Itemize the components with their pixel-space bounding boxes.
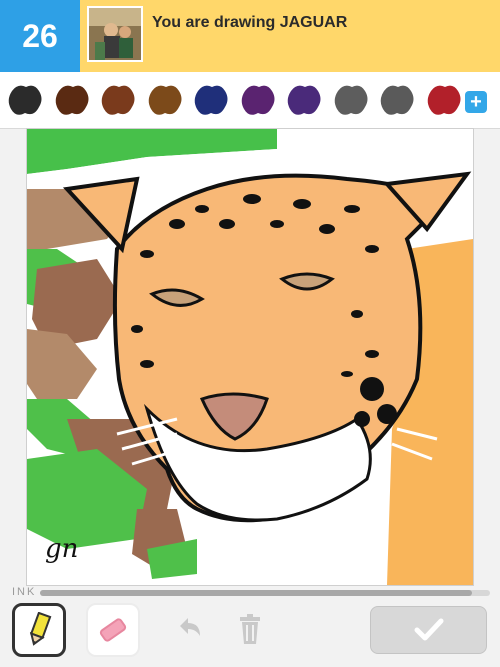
- pencil-icon: [29, 612, 52, 646]
- ink-meter-fill: [40, 590, 472, 596]
- ink-meter: [40, 590, 490, 596]
- color-swatch[interactable]: [53, 81, 91, 119]
- color-swatch[interactable]: [425, 81, 463, 119]
- undo-icon: [180, 618, 200, 636]
- color-swatch[interactable]: [192, 81, 230, 119]
- clear-canvas-button[interactable]: [234, 612, 266, 646]
- color-swatch[interactable]: [332, 81, 370, 119]
- add-color-button[interactable]: +: [465, 91, 487, 113]
- color-swatch[interactable]: [99, 81, 137, 119]
- done-button[interactable]: [370, 606, 487, 654]
- color-swatch[interactable]: [378, 81, 416, 119]
- color-swatch[interactable]: [146, 81, 184, 119]
- signature-text: gn: [45, 534, 78, 564]
- eraser-icon: [99, 618, 127, 642]
- check-icon: [414, 618, 443, 641]
- opponent-avatar[interactable]: [87, 6, 143, 62]
- drawing-prompt: You are drawing JAGUAR: [152, 14, 348, 31]
- undo-button[interactable]: [172, 612, 206, 646]
- header-bar: 26 You are drawing JAGUAR: [0, 0, 500, 72]
- color-swatch[interactable]: [239, 81, 277, 119]
- pencil-tool-button[interactable]: [12, 603, 66, 657]
- eraser-tool-button[interactable]: [86, 603, 140, 657]
- color-swatch[interactable]: [285, 81, 323, 119]
- trash-icon: [240, 614, 260, 644]
- drawing-art: gn: [27, 129, 473, 585]
- ink-label: INK: [12, 586, 37, 598]
- turn-counter: 26: [0, 0, 80, 72]
- color-palette: [0, 72, 500, 129]
- color-swatch[interactable]: [6, 81, 44, 119]
- drawing-canvas[interactable]: gn: [26, 128, 474, 586]
